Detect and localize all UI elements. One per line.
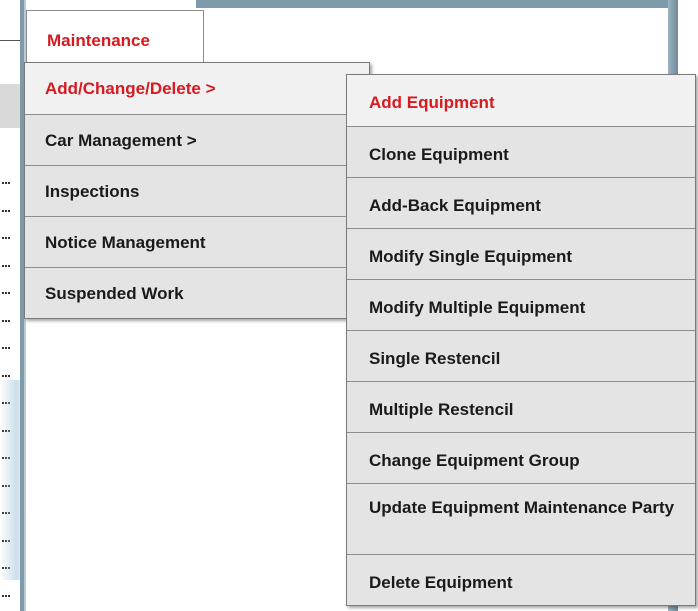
menu-item-add-change-delete[interactable]: Add/Change/Delete > <box>25 63 369 114</box>
add-change-delete-submenu: Add Equipment Clone Equipment Add-Back E… <box>346 74 696 606</box>
submenu-item-update-equipment-maintenance-party[interactable]: Update Equipment Maintenance Party <box>347 483 695 554</box>
submenu-item-add-back-equipment[interactable]: Add-Back Equipment <box>347 177 695 228</box>
maintenance-menu: Add/Change/Delete > Car Management > Ins… <box>24 62 370 319</box>
submenu-item-single-restencil[interactable]: Single Restencil <box>347 330 695 381</box>
submenu-item-clone-equipment[interactable]: Clone Equipment <box>347 126 695 177</box>
menu-item-inspections[interactable]: Inspections <box>25 165 369 216</box>
menu-frame-top-border <box>196 0 678 8</box>
menu-item-car-management[interactable]: Car Management > <box>25 114 369 165</box>
submenu-item-modify-multiple-equipment[interactable]: Modify Multiple Equipment <box>347 279 695 330</box>
submenu-item-delete-equipment[interactable]: Delete Equipment <box>347 554 695 605</box>
menu-item-notice-management[interactable]: Notice Management <box>25 216 369 267</box>
submenu-item-modify-single-equipment[interactable]: Modify Single Equipment <box>347 228 695 279</box>
submenu-item-change-equipment-group[interactable]: Change Equipment Group <box>347 432 695 483</box>
tab-maintenance[interactable]: Maintenance <box>26 10 204 62</box>
menu-item-suspended-work[interactable]: Suspended Work <box>25 267 369 318</box>
submenu-item-multiple-restencil[interactable]: Multiple Restencil <box>347 381 695 432</box>
tab-maintenance-label: Maintenance <box>47 31 150 50</box>
submenu-item-add-equipment[interactable]: Add Equipment <box>347 75 695 126</box>
